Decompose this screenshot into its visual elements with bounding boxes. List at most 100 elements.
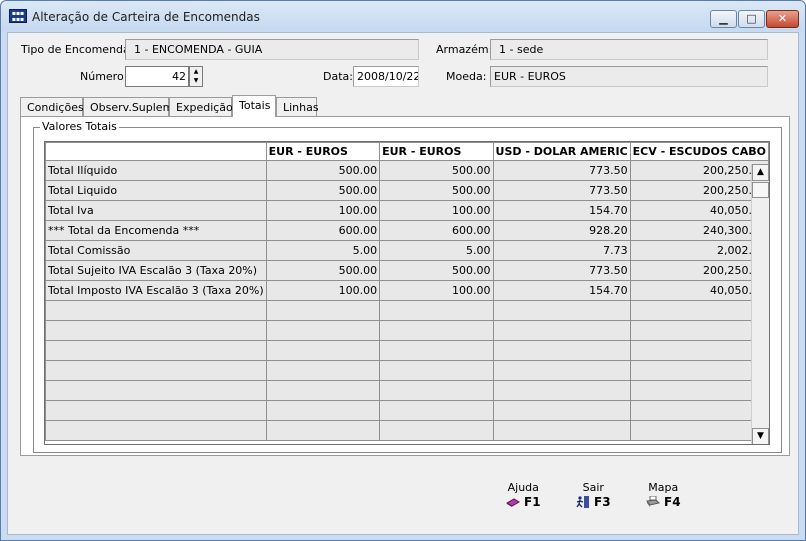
tab-totais[interactable]: Totais [232, 95, 276, 117]
tab-expedicao[interactable]: Expedição [169, 97, 233, 116]
value-cell[interactable]: 154.70 [492, 200, 631, 221]
row-label-cell[interactable]: Total Comissão [45, 240, 267, 261]
row-label-cell[interactable]: *** Total da Encomenda *** [45, 220, 267, 241]
empty-cell[interactable] [379, 320, 494, 341]
value-cell[interactable]: 600.00 [379, 220, 494, 241]
empty-cell[interactable] [45, 420, 267, 441]
empty-cell[interactable] [265, 340, 381, 361]
empty-cell[interactable] [379, 360, 494, 381]
value-cell[interactable]: 5.00 [379, 240, 494, 261]
value-cell[interactable]: 100.00 [379, 200, 494, 221]
grid-vertical-scrollbar[interactable]: ▲ ▼ [751, 164, 769, 444]
empty-cell[interactable] [492, 360, 631, 381]
column-header[interactable]: USD - DOLAR AMERIC [492, 142, 631, 161]
numero-input[interactable]: 42 [125, 66, 189, 87]
value-cell[interactable]: 600.00 [265, 220, 381, 241]
empty-cell[interactable] [265, 380, 381, 401]
close-button[interactable]: ✕ [766, 10, 799, 28]
empty-cell[interactable] [265, 300, 381, 321]
help-f1-button[interactable]: Ajuda F1 [506, 481, 541, 509]
table-row[interactable]: *** Total da Encomenda *** 600.00 600.00 92… [45, 220, 769, 241]
table-row-empty[interactable] [45, 340, 769, 361]
empty-cell[interactable] [629, 320, 769, 341]
empty-cell[interactable] [629, 380, 769, 401]
tipo-encomenda-field[interactable]: 1 - ENCOMENDA - GUIA [125, 39, 419, 60]
tab-linhas[interactable]: Linhas [276, 97, 319, 116]
table-row[interactable]: Total Ilíquido 500.00 500.00 773.50 200,250.… [45, 160, 769, 181]
empty-cell[interactable] [265, 320, 381, 341]
empty-cell[interactable] [379, 300, 494, 321]
empty-cell[interactable] [492, 340, 631, 361]
empty-cell[interactable] [45, 320, 267, 341]
value-cell[interactable]: 100.00 [265, 200, 381, 221]
value-cell[interactable]: 773.50 [492, 180, 631, 201]
empty-cell[interactable] [45, 360, 267, 381]
value-cell[interactable]: 200,250.00 [629, 260, 769, 281]
row-label-cell[interactable]: Total Sujeito IVA Escalão 3 (Taxa 20%) [45, 260, 267, 281]
value-cell[interactable]: 240,300.00 [629, 220, 769, 241]
maximize-button[interactable]: □ [738, 10, 765, 28]
empty-cell[interactable] [492, 320, 631, 341]
empty-cell[interactable] [492, 380, 631, 401]
value-cell[interactable]: 7.73 [492, 240, 631, 261]
spin-down-icon[interactable]: ▼ [190, 76, 202, 85]
exit-f3-button[interactable]: Sair F3 [576, 481, 611, 509]
table-row-empty[interactable] [45, 420, 769, 441]
value-cell[interactable]: 500.00 [265, 180, 381, 201]
armazem-field[interactable]: 1 - sede [490, 39, 768, 60]
value-cell[interactable]: 154.70 [492, 280, 631, 301]
value-cell[interactable]: 500.00 [379, 160, 494, 181]
empty-cell[interactable] [45, 340, 267, 361]
empty-cell[interactable] [492, 300, 631, 321]
row-label-cell[interactable]: Total Imposto IVA Escalão 3 (Taxa 20%) [45, 280, 267, 301]
value-cell[interactable]: 500.00 [379, 260, 494, 281]
table-row-empty[interactable] [45, 360, 769, 381]
empty-cell[interactable] [379, 340, 494, 361]
value-cell[interactable]: 5.00 [265, 240, 381, 261]
table-row[interactable]: Total Comissão 5.00 5.00 7.73 2,002.50 [45, 240, 769, 261]
column-header[interactable]: EUR - EUROS [379, 142, 494, 161]
column-header[interactable]: ECV - ESCUDOS CABO [629, 142, 769, 161]
tab-condicoes[interactable]: Condições [20, 97, 84, 116]
value-cell[interactable]: 2,002.50 [629, 240, 769, 261]
minimize-button[interactable]: ▁ [710, 10, 737, 28]
value-cell[interactable]: 773.50 [492, 160, 631, 181]
spin-up-icon[interactable]: ▲ [190, 67, 202, 76]
column-header[interactable]: EUR - EUROS [265, 142, 381, 161]
table-row-empty[interactable] [45, 380, 769, 401]
value-cell[interactable]: 40,050.00 [629, 280, 769, 301]
value-cell[interactable]: 773.50 [492, 260, 631, 281]
tab-observ-suplem[interactable]: Observ.Suplem. [83, 97, 177, 116]
empty-cell[interactable] [629, 400, 769, 421]
empty-cell[interactable] [629, 360, 769, 381]
title-bar[interactable]: ▪▪▪ ▪▪▪ Alteração de Carteira de Encomend… [1, 1, 805, 31]
empty-cell[interactable] [379, 420, 494, 441]
value-cell[interactable]: 500.00 [379, 180, 494, 201]
value-cell[interactable]: 100.00 [265, 280, 381, 301]
map-f4-button[interactable]: Mapa F4 [646, 481, 681, 509]
value-cell[interactable]: 928.20 [492, 220, 631, 241]
row-label-cell[interactable]: Total Ilíquido [45, 160, 267, 181]
empty-cell[interactable] [629, 340, 769, 361]
empty-cell[interactable] [379, 380, 494, 401]
empty-cell[interactable] [265, 360, 381, 381]
value-cell[interactable]: 500.00 [265, 260, 381, 281]
empty-cell[interactable] [45, 300, 267, 321]
scrollbar-thumb[interactable] [752, 182, 769, 198]
table-row[interactable]: Total Imposto IVA Escalão 3 (Taxa 20%) 10… [45, 280, 769, 301]
empty-cell[interactable] [492, 420, 631, 441]
numero-spinner[interactable]: ▲ ▼ [189, 66, 203, 87]
value-cell[interactable]: 500.00 [265, 160, 381, 181]
scroll-up-icon[interactable]: ▲ [752, 164, 769, 181]
totals-grid[interactable]: EUR - EUROS EUR - EUROS USD - DOLAR AMER… [44, 141, 770, 445]
empty-cell[interactable] [45, 380, 267, 401]
table-row-empty[interactable] [45, 300, 769, 321]
table-row[interactable]: Total Liquido 500.00 500.00 773.50 200,250.0… [45, 180, 769, 201]
empty-cell[interactable] [629, 420, 769, 441]
data-field[interactable]: 2008/10/22 [353, 66, 419, 87]
empty-cell[interactable] [379, 400, 494, 421]
empty-cell[interactable] [45, 400, 267, 421]
empty-cell[interactable] [629, 300, 769, 321]
value-cell[interactable]: 200,250.00 [629, 180, 769, 201]
row-label-cell[interactable]: Total Iva [45, 200, 267, 221]
